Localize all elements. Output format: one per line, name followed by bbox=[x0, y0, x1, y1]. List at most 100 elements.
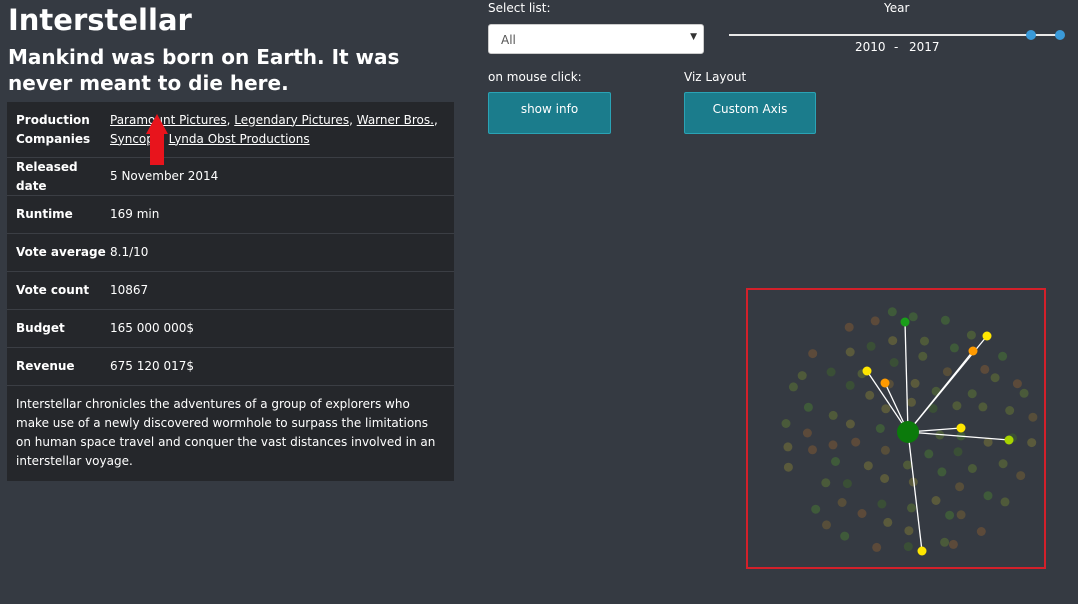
graph-node[interactable] bbox=[908, 312, 918, 322]
graph-node[interactable] bbox=[857, 509, 867, 518]
graph-node[interactable] bbox=[942, 367, 952, 377]
graph-node[interactable] bbox=[811, 504, 821, 514]
graph-node[interactable] bbox=[837, 498, 847, 507]
slider-track[interactable] bbox=[729, 34, 1060, 36]
graph-node[interactable] bbox=[990, 373, 1000, 383]
graph-node[interactable] bbox=[851, 437, 861, 447]
graph-node[interactable] bbox=[940, 315, 950, 325]
network-graph[interactable] bbox=[748, 290, 1044, 567]
graph-node[interactable] bbox=[945, 510, 955, 520]
graph-node[interactable] bbox=[920, 336, 929, 346]
graph-node[interactable] bbox=[1016, 471, 1026, 481]
graph-node[interactable] bbox=[1012, 379, 1022, 389]
graph-node[interactable] bbox=[924, 449, 934, 459]
linked-graph-node[interactable] bbox=[956, 423, 966, 433]
graph-node[interactable] bbox=[1019, 388, 1029, 398]
graph-node[interactable] bbox=[956, 510, 966, 520]
graph-node[interactable] bbox=[842, 479, 852, 489]
graph-node[interactable] bbox=[998, 459, 1008, 469]
graph-node[interactable] bbox=[844, 322, 854, 332]
linked-graph-node[interactable] bbox=[880, 378, 890, 388]
linked-graph-node[interactable] bbox=[968, 346, 978, 356]
graph-node[interactable] bbox=[967, 389, 977, 399]
vote-count-row: Vote count 10867 bbox=[7, 272, 454, 310]
slider-handle-end[interactable] bbox=[1055, 30, 1065, 40]
graph-node[interactable] bbox=[797, 371, 807, 381]
graph-node[interactable] bbox=[840, 531, 850, 541]
graph-node[interactable] bbox=[877, 499, 887, 509]
graph-node[interactable] bbox=[845, 419, 855, 429]
graph-node[interactable] bbox=[783, 442, 793, 452]
network-visualization[interactable] bbox=[746, 288, 1046, 569]
linked-graph-node[interactable] bbox=[862, 366, 872, 376]
graph-node[interactable] bbox=[904, 526, 914, 536]
company-link-lynda-obst[interactable]: Lynda Obst Productions bbox=[169, 132, 310, 146]
slider-handle-start[interactable] bbox=[1026, 30, 1036, 40]
graph-node[interactable] bbox=[875, 424, 885, 433]
graph-node[interactable] bbox=[831, 457, 840, 466]
graph-node[interactable] bbox=[955, 482, 965, 492]
graph-node[interactable] bbox=[821, 478, 831, 488]
graph-node[interactable] bbox=[966, 330, 976, 340]
graph-node[interactable] bbox=[803, 402, 813, 412]
graph-node[interactable] bbox=[983, 491, 993, 501]
graph-node[interactable] bbox=[907, 397, 916, 407]
graph-node[interactable] bbox=[781, 419, 791, 428]
graph-node[interactable] bbox=[788, 382, 798, 392]
graph-node[interactable] bbox=[931, 496, 941, 505]
graph-node[interactable] bbox=[828, 410, 838, 420]
company-link-legendary[interactable]: Legendary Pictures bbox=[234, 113, 349, 127]
graph-node[interactable] bbox=[802, 428, 812, 438]
linked-graph-node[interactable] bbox=[1004, 435, 1014, 445]
graph-node[interactable] bbox=[826, 367, 836, 377]
graph-node[interactable] bbox=[880, 445, 890, 455]
graph-node[interactable] bbox=[863, 461, 873, 471]
graph-node[interactable] bbox=[952, 401, 962, 411]
graph-node[interactable] bbox=[998, 351, 1008, 361]
graph-node[interactable] bbox=[948, 539, 958, 549]
graph-node[interactable] bbox=[967, 464, 977, 473]
graph-node[interactable] bbox=[953, 447, 963, 457]
graph-node[interactable] bbox=[883, 517, 893, 527]
graph-node[interactable] bbox=[918, 351, 928, 361]
company-link-warner[interactable]: Warner Bros. bbox=[357, 113, 434, 127]
show-info-button[interactable]: show info bbox=[488, 92, 611, 134]
graph-node[interactable] bbox=[808, 349, 818, 359]
graph-node[interactable] bbox=[872, 542, 882, 552]
graph-node[interactable] bbox=[808, 445, 817, 455]
graph-node[interactable] bbox=[783, 462, 793, 472]
graph-node[interactable] bbox=[828, 440, 838, 450]
graph-node[interactable] bbox=[865, 390, 875, 400]
graph-node[interactable] bbox=[870, 316, 880, 326]
graph-node[interactable] bbox=[940, 537, 950, 547]
graph-node[interactable] bbox=[881, 404, 891, 414]
graph-node[interactable] bbox=[880, 474, 890, 483]
graph-node[interactable] bbox=[978, 402, 988, 412]
graph-node[interactable] bbox=[903, 460, 912, 470]
graph-node[interactable] bbox=[976, 527, 986, 536]
linked-graph-node[interactable] bbox=[900, 317, 910, 327]
graph-node[interactable] bbox=[980, 364, 990, 374]
select-list-dropdown[interactable]: All ▼ bbox=[488, 24, 704, 54]
graph-node[interactable] bbox=[903, 542, 913, 552]
graph-node[interactable] bbox=[866, 341, 876, 351]
graph-node[interactable] bbox=[887, 307, 897, 317]
graph-node[interactable] bbox=[1028, 412, 1038, 422]
graph-node[interactable] bbox=[1000, 497, 1010, 507]
graph-node[interactable] bbox=[888, 336, 898, 346]
graph-node[interactable] bbox=[822, 520, 831, 530]
graph-node[interactable] bbox=[910, 378, 920, 388]
graph-node[interactable] bbox=[949, 343, 959, 353]
custom-axis-button[interactable]: Custom Axis bbox=[684, 92, 816, 134]
graph-node[interactable] bbox=[845, 380, 855, 390]
graph-node[interactable] bbox=[937, 467, 947, 477]
graph-node[interactable] bbox=[1027, 438, 1037, 448]
graph-node[interactable] bbox=[1005, 406, 1015, 415]
graph-node[interactable] bbox=[907, 503, 916, 513]
selected-movie-node[interactable] bbox=[897, 421, 919, 443]
company-link-paramount[interactable]: Paramount Pictures bbox=[110, 113, 227, 127]
graph-node[interactable] bbox=[845, 347, 855, 357]
linked-graph-node[interactable] bbox=[982, 331, 992, 341]
graph-node[interactable] bbox=[889, 358, 899, 367]
linked-graph-node[interactable] bbox=[917, 546, 927, 556]
